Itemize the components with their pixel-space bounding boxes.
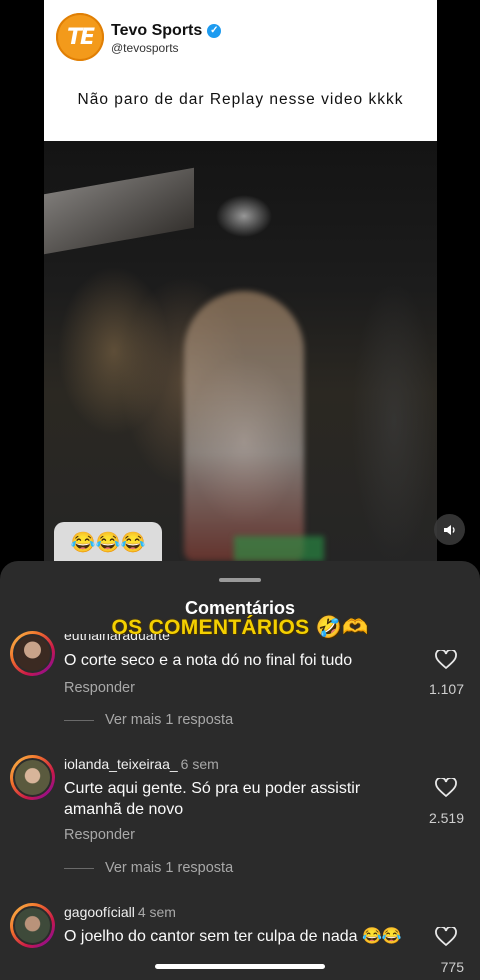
view-replies-button[interactable]: Ver mais 1 resposta <box>105 712 233 728</box>
like-count: 1.107 <box>428 681 464 697</box>
comment-text: Curte aqui gente. Só pra eu poder assist… <box>64 780 361 818</box>
like-count: 2.519 <box>428 810 464 826</box>
view-replies-button[interactable]: Ver mais 1 resposta <box>105 860 233 876</box>
divider <box>64 720 94 721</box>
account-name[interactable]: Tevo Sports ✓ <box>111 22 222 40</box>
video-background-shape <box>44 167 194 255</box>
speaker-icon <box>443 524 455 535</box>
account-name-text: Tevo Sports <box>111 22 203 39</box>
comments-sheet: Comentários OS COMENTÁRIOS 🤣🫶 euthainara… <box>0 561 480 980</box>
like-count: 775 <box>440 959 464 975</box>
video-player[interactable]: 😂😂😂 <box>44 141 437 561</box>
avatar[interactable] <box>10 755 55 800</box>
comment-time: 6 sem <box>180 756 219 772</box>
emoji-reaction-bubble: 😂😂😂 <box>54 522 162 561</box>
account-handle: @tevosports <box>111 41 179 55</box>
avatar[interactable] <box>10 903 55 948</box>
logo-text: TE <box>66 24 95 50</box>
comment-username[interactable]: iolanda_teixeiraa_ 6 sem <box>64 756 219 772</box>
heart-icon[interactable] <box>434 648 458 672</box>
avatar[interactable] <box>10 631 55 676</box>
comment-username[interactable]: gagoofíciall 4 sem <box>64 904 176 920</box>
video-subject <box>184 291 304 561</box>
home-indicator[interactable] <box>155 964 325 969</box>
divider <box>64 868 94 869</box>
post-card: TE Tevo Sports ✓ @tevosports Não paro de… <box>44 0 437 142</box>
reply-button[interactable]: Responder <box>64 680 135 696</box>
heart-icon[interactable] <box>434 925 458 949</box>
comment-text: O joelho do cantor sem ter culpa de nada… <box>64 928 402 945</box>
comment-text: O corte seco e a nota dó no final foi tu… <box>64 652 353 669</box>
volume-button[interactable] <box>434 514 465 545</box>
reply-button[interactable]: Responder <box>64 827 135 843</box>
account-avatar[interactable]: TE <box>56 13 104 61</box>
verified-badge-icon: ✓ <box>207 24 222 38</box>
heart-icon[interactable] <box>434 776 458 800</box>
post-text: Não paro de dar Replay nesse video kkkk <box>77 91 404 108</box>
comment-time: 4 sem <box>137 904 176 920</box>
video-background-shape <box>234 536 324 561</box>
sheet-grabber[interactable] <box>219 578 261 582</box>
